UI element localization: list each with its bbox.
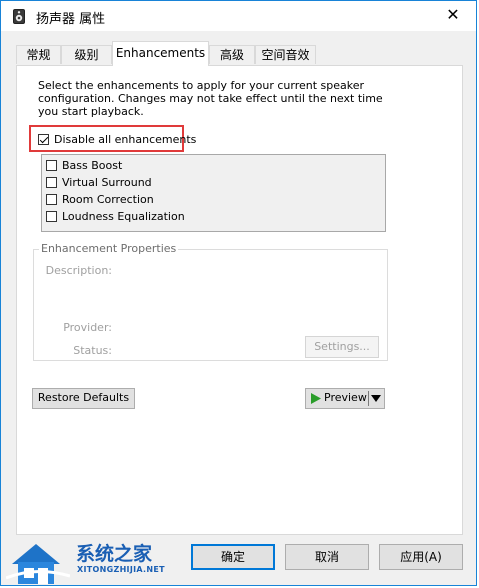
speaker-icon	[13, 9, 25, 24]
watermark-name: 系统之家	[76, 543, 153, 565]
list-item-label: Bass Boost	[62, 158, 123, 172]
enhancements-panel: Select the enhancements to apply for you…	[16, 65, 463, 535]
status-label: Status:	[73, 344, 112, 357]
list-item[interactable]: Loudness Equalization	[46, 209, 185, 223]
settings-button[interactable]: Settings...	[305, 336, 379, 358]
tab-advanced[interactable]: 高级	[209, 45, 255, 64]
restore-defaults-button[interactable]: Restore Defaults	[32, 388, 135, 409]
list-item[interactable]: Virtual Surround	[46, 175, 152, 189]
title-bar: 扬声器 属性 ✕	[1, 1, 476, 31]
house-logo-icon	[6, 544, 70, 584]
list-item[interactable]: Room Correction	[46, 192, 154, 206]
list-item-label: Virtual Surround	[62, 175, 152, 189]
list-item-label: Loudness Equalization	[62, 209, 185, 223]
preview-button[interactable]: Preview	[305, 388, 385, 409]
disable-all-label: Disable all enhancements	[54, 132, 197, 146]
apply-button[interactable]: 应用(A)	[379, 544, 463, 570]
provider-label: Provider:	[63, 321, 112, 334]
properties-dialog: 扬声器 属性 ✕ 常规 级别 Enhancements 高级 空间音效 Sele…	[0, 0, 477, 586]
tab-spatial-sound[interactable]: 空间音效	[255, 45, 316, 64]
virtual-surround-checkbox[interactable]	[46, 176, 57, 188]
list-item-label: Room Correction	[62, 192, 154, 206]
window-title: 扬声器 属性	[36, 12, 106, 27]
cancel-button[interactable]: 取消	[285, 544, 369, 570]
group-label: Enhancement Properties	[39, 242, 179, 255]
enhancements-description: Select the enhancements to apply for you…	[38, 79, 383, 118]
disable-all-checkbox-row[interactable]: Disable all enhancements	[38, 132, 196, 146]
play-icon	[311, 393, 321, 404]
preview-label: Preview	[324, 391, 367, 404]
enhancements-list: Bass Boost Virtual Surround Room Correct…	[41, 154, 386, 232]
chevron-down-icon[interactable]	[371, 395, 381, 402]
enhancement-properties-group: Enhancement Properties Description: Prov…	[33, 242, 388, 361]
split-divider	[368, 391, 369, 406]
tab-general[interactable]: 常规	[16, 45, 61, 64]
disable-all-checkbox[interactable]	[38, 133, 49, 145]
tab-levels[interactable]: 级别	[61, 45, 112, 64]
list-item[interactable]: Bass Boost	[46, 158, 122, 172]
room-correction-checkbox[interactable]	[46, 193, 57, 205]
watermark-url: XITONGZHIJIA.NET	[77, 565, 165, 574]
ok-button[interactable]: 确定	[191, 544, 275, 570]
watermark-logo: 系统之家 XITONGZHIJIA.NET	[0, 532, 170, 588]
tab-enhancements[interactable]: Enhancements	[112, 41, 209, 66]
close-button[interactable]: ✕	[430, 1, 476, 31]
description-label: Description:	[45, 264, 112, 277]
loudness-equalization-checkbox[interactable]	[46, 210, 57, 222]
bass-boost-checkbox[interactable]	[46, 159, 57, 171]
